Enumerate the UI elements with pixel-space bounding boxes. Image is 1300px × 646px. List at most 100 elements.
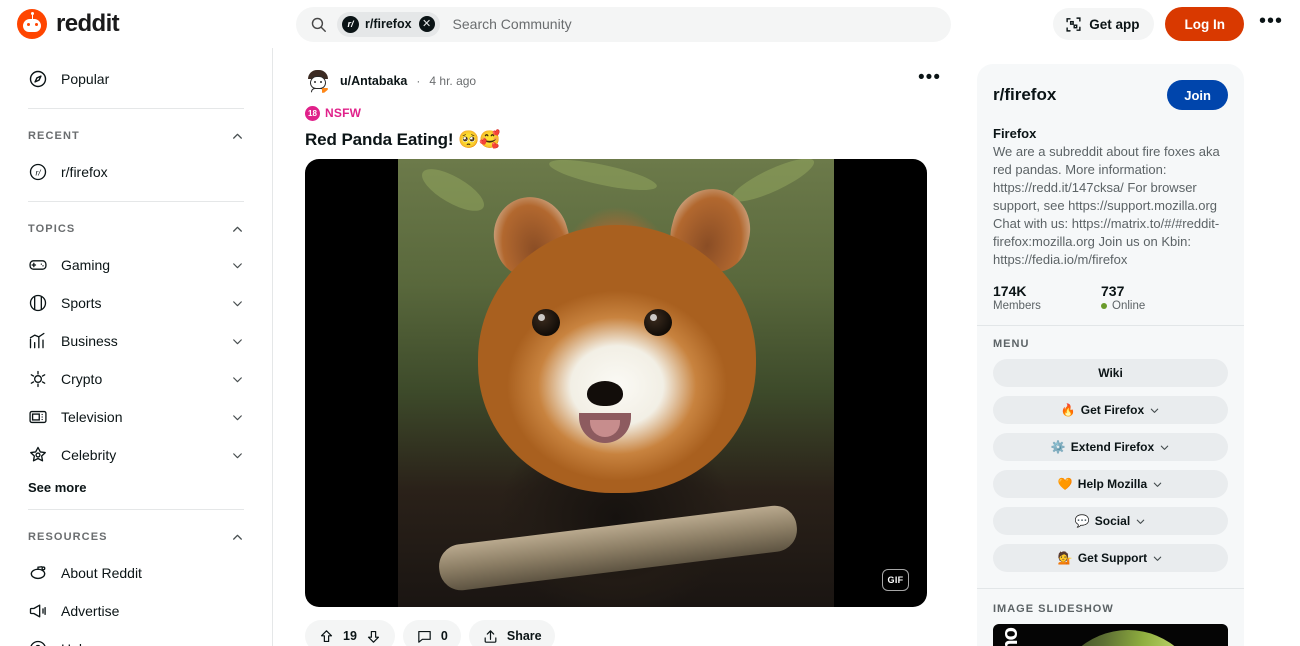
slideshow-image[interactable]: mo	[993, 624, 1228, 646]
sidebar-item-r-firefox[interactable]: r/ r/firefox	[16, 153, 256, 191]
age-restriction-icon: 18	[305, 105, 320, 121]
online-status-icon	[1101, 303, 1107, 309]
menu-item-get-support[interactable]: 💁 Get Support	[993, 544, 1228, 572]
panda-nose	[587, 381, 623, 406]
chevron-down-icon	[1150, 408, 1159, 413]
snoo-antenna-icon	[30, 12, 34, 21]
comment-icon	[418, 630, 431, 643]
sidebar-item-label: Gaming	[61, 257, 111, 273]
menu-item-wiki[interactable]: Wiki	[993, 359, 1228, 387]
slideshow-section-label: IMAGE SLIDESHOW	[993, 603, 1114, 615]
crypto-icon	[30, 370, 46, 388]
gear-emoji-icon: ⚙️	[1050, 440, 1066, 454]
top-bar-actions: Get app Log In •••	[1053, 0, 1287, 48]
reddit-page: reddit r/ r/firefox ✕ Search Community G…	[0, 0, 1300, 646]
gif-badge: GIF	[882, 569, 909, 591]
chevron-up-icon	[233, 534, 242, 540]
share-button[interactable]: Share	[468, 620, 555, 646]
sidebar-item-sports[interactable]: Sports	[16, 284, 256, 322]
sidebar-item-label: About Reddit	[61, 565, 142, 581]
chevron-down-icon	[233, 338, 242, 344]
sidebar-item-label: Help	[61, 641, 244, 646]
sidebar-item-advertise[interactable]: Advertise	[16, 592, 256, 630]
meta-separator: ·	[416, 74, 421, 88]
sidebar-item-label: Television	[61, 409, 123, 425]
comment-count: 0	[440, 629, 448, 643]
see-more-button[interactable]: See more	[16, 474, 256, 499]
search-input[interactable]: Search Community	[453, 16, 572, 32]
post-author[interactable]: u/Antabaka	[340, 74, 407, 88]
chip-label: r/firefox	[365, 17, 412, 31]
post-actions: 19 0 Share	[305, 620, 941, 646]
gamepad-icon	[29, 260, 47, 270]
chevron-down-icon	[233, 414, 242, 420]
chevron-down-icon	[1136, 519, 1145, 524]
sidebar-item-gaming[interactable]: Gaming	[16, 246, 256, 284]
sidebar-item-about-reddit[interactable]: About Reddit	[16, 554, 256, 592]
menu-item-extend-firefox[interactable]: ⚙️ Extend Firefox	[993, 433, 1228, 461]
chevron-down-icon	[233, 452, 242, 458]
community-description: We are a subreddit about fire foxes aka …	[993, 144, 1220, 267]
chart-icon	[29, 332, 45, 349]
avatar[interactable]	[305, 68, 331, 94]
online-stat: 737 Online	[1101, 283, 1209, 312]
star-icon	[30, 446, 46, 462]
sidebar-section-resources[interactable]: RESOURCES	[16, 520, 256, 554]
red-panda-photo	[398, 159, 834, 607]
sidebar-item-label: Celebrity	[61, 447, 117, 463]
top-navigation-bar: reddit r/ r/firefox ✕ Search Community G…	[0, 0, 1300, 48]
sidebar-section-recent[interactable]: RECENT	[16, 119, 256, 153]
chevron-down-icon	[233, 300, 242, 306]
avatar-eyes	[314, 81, 316, 83]
panda-eye-right	[644, 309, 672, 336]
nsfw-tag: 18 NSFW	[305, 104, 941, 122]
search-bar[interactable]: r/ r/firefox ✕ Search Community	[296, 6, 951, 42]
reddit-icon	[30, 566, 46, 580]
sports-icon	[29, 294, 47, 312]
chevron-down-icon	[1153, 482, 1162, 487]
speech-bubble-emoji-icon: 💬	[1074, 514, 1090, 528]
sidebar-item-popular[interactable]: Popular	[16, 60, 256, 98]
megaphone-icon	[29, 604, 46, 618]
card-divider	[977, 325, 1244, 326]
sidebar-divider-2	[28, 201, 244, 202]
menu-item-label: Wiki	[1098, 366, 1123, 380]
more-options-icon[interactable]: •••	[1255, 11, 1287, 38]
sidebar-item-celebrity[interactable]: Celebrity	[16, 436, 256, 474]
menu-item-social[interactable]: 💬 Social	[993, 507, 1228, 535]
reddit-home-logo[interactable]: reddit	[17, 9, 267, 39]
community-card: r/firefox Join Firefox We are a subreddi…	[977, 64, 1244, 646]
post-more-options-icon[interactable]: •••	[918, 68, 941, 95]
log-in-button[interactable]: Log In	[1165, 7, 1244, 41]
join-button[interactable]: Join	[1167, 80, 1228, 110]
search-icon	[311, 17, 326, 32]
subreddit-icon: r/	[29, 163, 47, 181]
menu-item-label: Extend Firefox	[1070, 440, 1155, 454]
share-label: Share	[506, 629, 542, 643]
chevron-up-icon	[233, 226, 242, 232]
upvote-icon[interactable]	[318, 628, 335, 645]
sidebar-item-label: Crypto	[61, 371, 103, 387]
sidebar-section-topics[interactable]: TOPICS	[16, 212, 256, 246]
sidebar-item-television[interactable]: Television	[16, 398, 256, 436]
community-name[interactable]: r/firefox	[993, 85, 1167, 105]
vote-group[interactable]: 19	[305, 620, 395, 646]
menu-item-label: Help Mozilla	[1077, 477, 1148, 491]
chevron-down-icon	[233, 262, 242, 268]
get-app-button[interactable]: Get app	[1053, 8, 1155, 40]
post-media[interactable]: GIF	[305, 159, 927, 607]
comments-button[interactable]: 0	[402, 620, 461, 646]
menu-item-get-firefox[interactable]: 🔥 Get Firefox	[993, 396, 1228, 424]
downvote-icon[interactable]	[365, 628, 382, 645]
sidebar-item-business[interactable]: Business	[16, 322, 256, 360]
members-stat: 174K Members	[993, 283, 1101, 312]
menu-item-label: Social	[1094, 514, 1131, 528]
post-title: Red Panda Eating! 🥺🥰	[305, 130, 501, 149]
menu-item-help-mozilla[interactable]: 🧡 Help Mozilla	[993, 470, 1228, 498]
menu-item-label: Get Firefox	[1080, 403, 1145, 417]
sidebar-item-crypto[interactable]: Crypto	[16, 360, 256, 398]
search-community-chip[interactable]: r/ r/firefox ✕	[337, 11, 440, 37]
sidebar-item-help[interactable]: Help	[16, 630, 256, 646]
close-icon[interactable]: ✕	[418, 16, 435, 32]
community-title: Firefox	[993, 126, 1037, 141]
